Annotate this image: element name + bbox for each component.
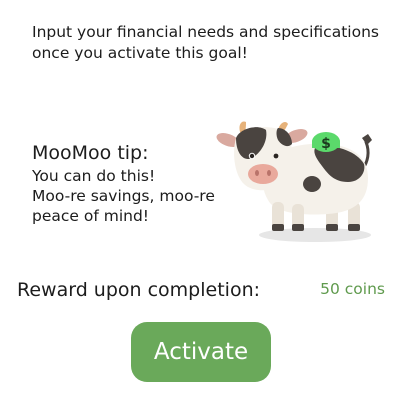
goal-intro-text: Input your financial needs and specifica… — [32, 23, 379, 62]
reward-label: Reward upon completion: — [17, 279, 261, 301]
cow-mascot-icon: $ — [216, 118, 378, 246]
tip-title: MooMoo tip: — [32, 142, 149, 164]
reward-value: 50 coins — [320, 280, 385, 298]
activate-button[interactable]: Activate — [131, 322, 271, 382]
tip-line-1: You can do this! — [32, 167, 156, 185]
moomoo-tip: MooMoo tip: You can do this! Moo-re savi… — [32, 141, 222, 226]
tip-line-2: Moo-re savings, moo-re peace of mind! — [32, 187, 215, 225]
dollar-sign-icon: $ — [312, 132, 340, 152]
dollar-symbol: $ — [321, 136, 331, 152]
